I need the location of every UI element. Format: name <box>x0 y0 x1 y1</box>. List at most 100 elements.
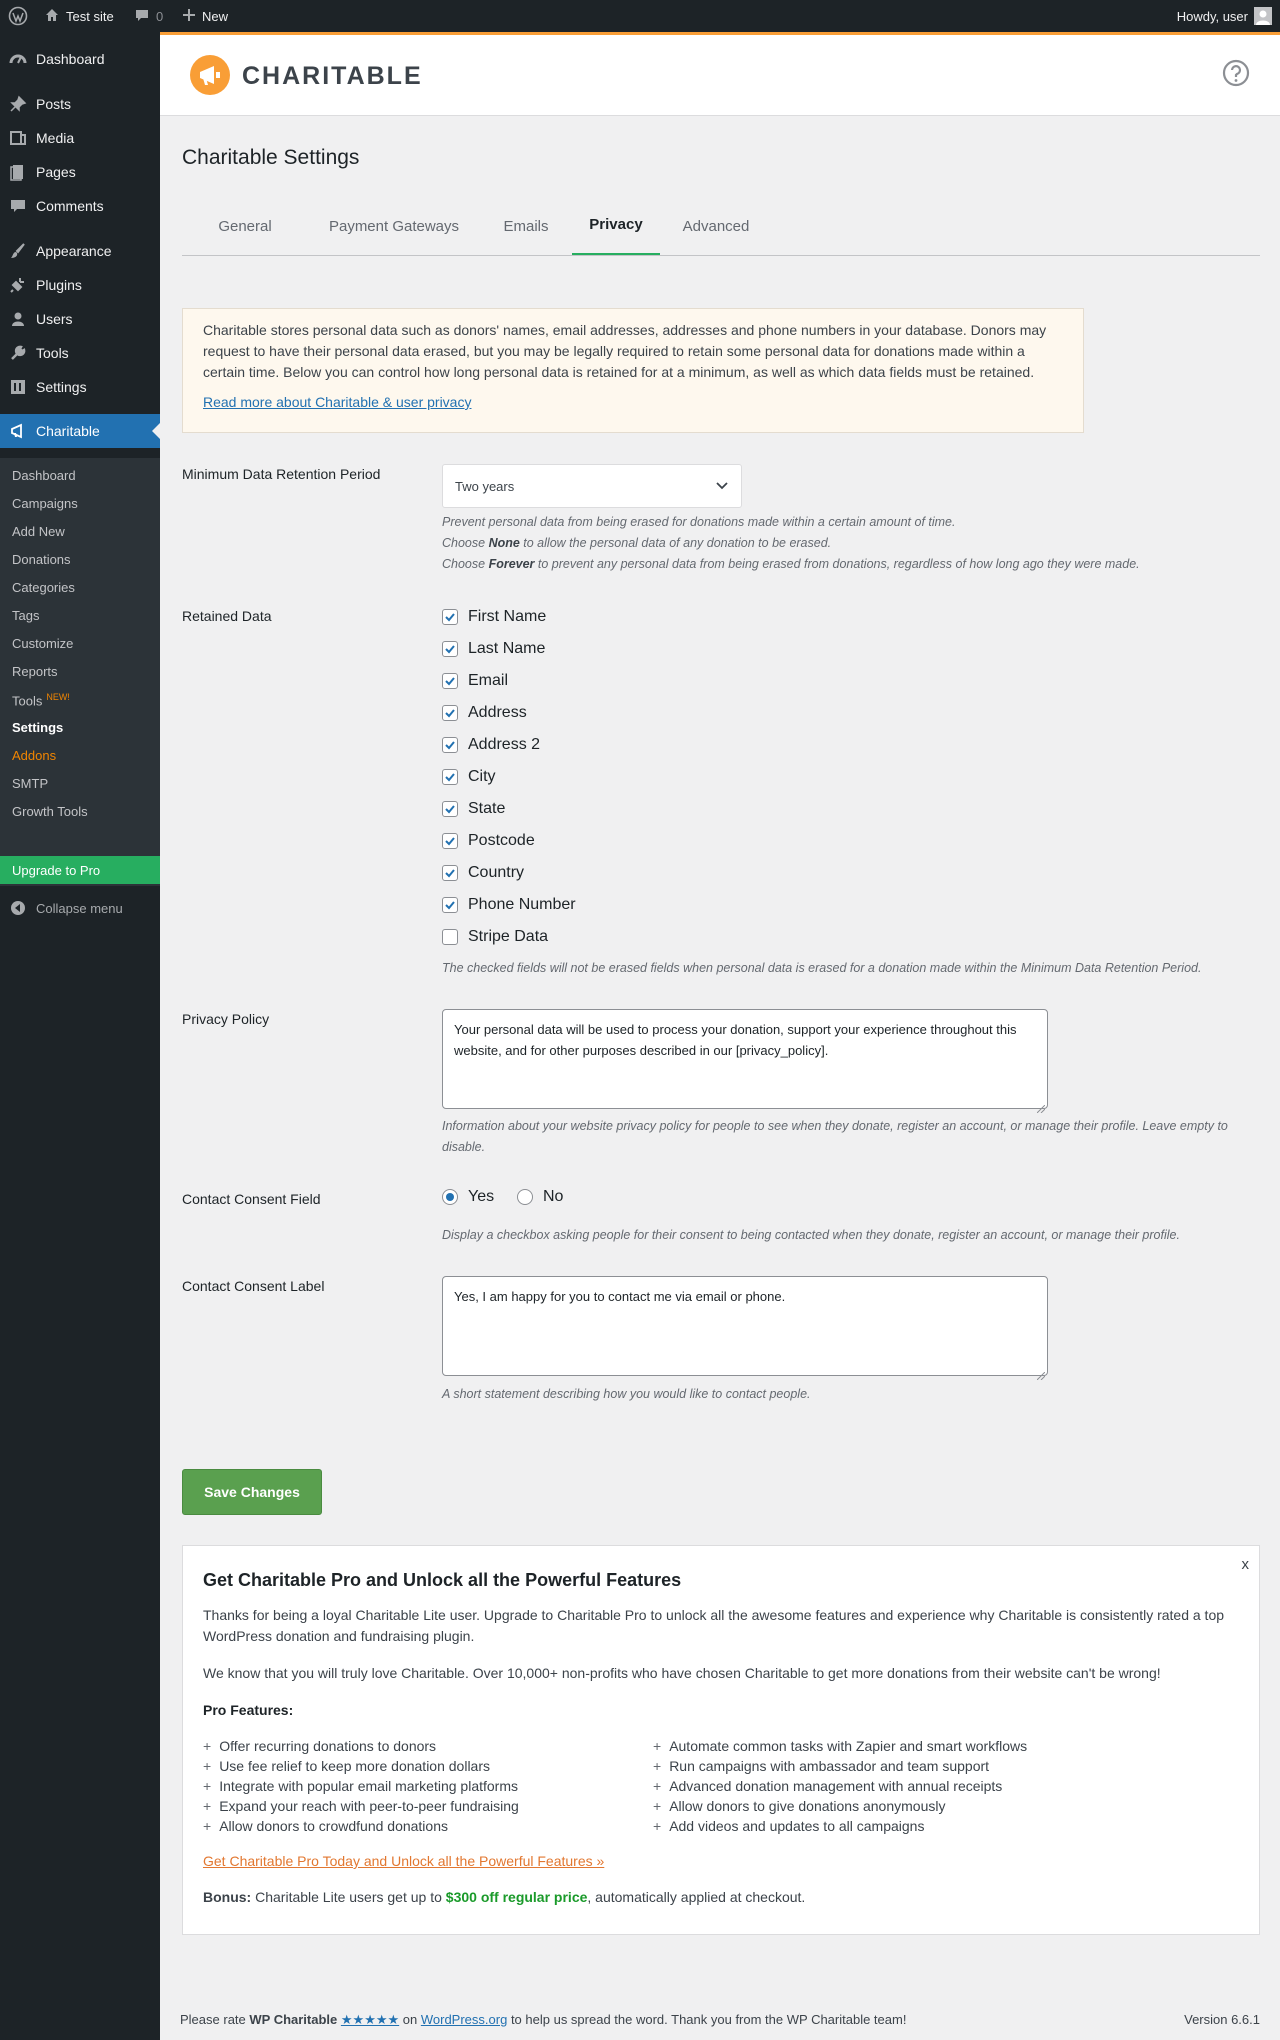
retained-field-checkbox[interactable]: Country <box>442 861 524 885</box>
consent-no-radio[interactable]: No <box>517 1188 563 1206</box>
radio-checked-icon <box>442 1189 458 1205</box>
new-badge: NEW! <box>46 692 70 702</box>
tab-general[interactable]: General <box>182 196 308 256</box>
retained-field-checkbox[interactable]: Last Name <box>442 637 545 661</box>
comments-link[interactable]: 0 <box>134 0 163 32</box>
my-account-link[interactable]: Howdy, user <box>1177 0 1272 32</box>
submenu-growth-tools[interactable]: Growth Tools <box>12 804 88 819</box>
retained-field-checkbox[interactable]: City <box>442 765 496 789</box>
tab-payment-gateways[interactable]: Payment Gateways <box>308 196 480 256</box>
settings-tabs: General Payment Gateways Emails Privacy … <box>182 196 1260 256</box>
plug-icon <box>0 276 36 294</box>
pin-icon <box>0 95 36 113</box>
contact-consent-label-label: Contact Consent Label <box>182 1278 325 1294</box>
retained-field-checkbox[interactable]: State <box>442 797 505 821</box>
sidebar-item-appearance[interactable]: Appearance <box>0 234 160 268</box>
submenu-settings[interactable]: Settings <box>12 720 63 735</box>
promo-title: Get Charitable Pro and Unlock all the Po… <box>203 1570 682 1590</box>
retained-field-checkbox[interactable]: Phone Number <box>442 893 576 917</box>
charitable-logo-icon <box>190 55 230 98</box>
user-icon <box>0 310 36 328</box>
retained-field-checkbox[interactable]: Postcode <box>442 829 535 853</box>
submenu-customize[interactable]: Customize <box>12 636 73 651</box>
sidebar-item-tools[interactable]: Tools <box>0 336 160 370</box>
contact-consent-label-description: A short statement describing how you wou… <box>442 1387 811 1401</box>
pro-feature-item: + Allow donors to crowdfund donations <box>203 1818 448 1834</box>
submenu-add-new[interactable]: Add New <box>12 524 65 539</box>
contact-consent-label-textarea[interactable]: Yes, I am happy for you to contact me vi… <box>442 1276 1048 1381</box>
submenu-tags[interactable]: Tags <box>12 608 39 623</box>
pro-upgrade-promo: x Get Charitable Pro and Unlock all the … <box>182 1545 1260 1935</box>
pro-feature-item: + Allow donors to give donations anonymou… <box>653 1798 945 1814</box>
promo-paragraph-2: We know that you will truly love Charita… <box>203 1665 1161 1681</box>
submenu-tools[interactable]: Tools NEW! <box>12 692 70 708</box>
retained-field-checkbox[interactable]: First Name <box>442 605 546 629</box>
retained-field-checkbox[interactable]: Address 2 <box>442 733 540 757</box>
admin-bar: Test site 0 New Howdy, user <box>0 0 1280 32</box>
sidebar-item-dashboard[interactable]: Dashboard <box>0 42 160 76</box>
submenu-reports[interactable]: Reports <box>12 664 58 679</box>
retained-field-checkbox[interactable]: Email <box>442 669 508 693</box>
tab-emails[interactable]: Emails <box>480 196 572 256</box>
pro-feature-text: Automate common tasks with Zapier and sm… <box>669 1738 1028 1754</box>
upgrade-to-pro-link[interactable]: Upgrade to Pro <box>0 856 160 884</box>
wordpress-logo-icon[interactable] <box>8 0 28 32</box>
sidebar-item-comments[interactable]: Comments <box>0 189 160 223</box>
sidebar-item-label: Posts <box>36 96 72 112</box>
submenu-campaigns[interactable]: Campaigns <box>12 496 78 511</box>
privacy-notice: Charitable stores personal data such as … <box>182 308 1084 433</box>
retained-field-checkbox[interactable]: Address <box>442 701 527 725</box>
retained-field-label: Email <box>468 672 509 689</box>
sidebar-item-pages[interactable]: Pages <box>0 155 160 189</box>
promo-close-button[interactable]: x <box>1242 1556 1250 1573</box>
sidebar-item-posts[interactable]: Posts <box>0 87 160 121</box>
pro-feature-item: + Expand your reach with peer-to-peer fun… <box>203 1798 519 1814</box>
page-title: Charitable Settings <box>182 146 360 169</box>
help-icon[interactable] <box>1222 59 1250 87</box>
pro-feature-item: + Advanced donation management with annua… <box>653 1778 1002 1794</box>
privacy-policy-textarea[interactable]: Your personal data will be used to proce… <box>442 1009 1048 1114</box>
submenu-categories[interactable]: Categories <box>12 580 75 595</box>
pro-feature-text: Advanced donation management with annual… <box>669 1778 1003 1794</box>
sidebar-item-media[interactable]: Media <box>0 121 160 155</box>
checkbox-checked-icon <box>442 865 458 881</box>
checkbox-checked-icon <box>442 897 458 913</box>
wordpress-org-link[interactable]: WordPress.org <box>421 2012 507 2027</box>
charitable-header: CHARITABLE <box>160 32 1280 116</box>
sidebar-item-users[interactable]: Users <box>0 302 160 336</box>
resize-grip-icon[interactable] <box>1036 1098 1046 1114</box>
submenu-dashboard[interactable]: Dashboard <box>12 468 76 483</box>
retained-field-checkbox[interactable]: Stripe Data <box>442 925 548 949</box>
dashboard-icon <box>0 50 36 68</box>
pro-feature-text: Add videos and updates to all campaigns <box>669 1818 925 1834</box>
footer-version: Version 6.6.1 <box>1184 2012 1260 2027</box>
retention-period-select[interactable]: Two years <box>442 464 742 508</box>
submenu-smtp[interactable]: SMTP <box>12 776 48 791</box>
retention-desc-line-3: Choose Forever to prevent any personal d… <box>442 557 1140 571</box>
tab-privacy[interactable]: Privacy <box>572 196 660 255</box>
save-changes-button[interactable]: Save Changes <box>182 1469 322 1515</box>
sidebar-item-charitable[interactable]: Charitable <box>0 414 160 448</box>
retained-field-label: Country <box>468 864 525 881</box>
sidebar-item-label: Charitable <box>36 423 100 439</box>
sidebar-item-settings[interactable]: Settings <box>0 370 160 404</box>
submenu-donations[interactable]: Donations <box>12 552 71 567</box>
get-pro-link[interactable]: Get Charitable Pro Today and Unlock all … <box>203 1853 604 1869</box>
privacy-read-more-link[interactable]: Read more about Charitable & user privac… <box>203 392 1063 413</box>
collapse-menu-button[interactable]: Collapse menu <box>0 896 160 920</box>
new-content-link[interactable]: New <box>182 0 228 32</box>
sidebar-item-label: Plugins <box>36 277 82 293</box>
retention-period-value: Two years <box>455 478 515 494</box>
pro-feature-item: + Automate common tasks with Zapier and s… <box>653 1738 1027 1754</box>
tab-advanced[interactable]: Advanced <box>660 196 772 256</box>
rating-stars-link[interactable]: ★★★★★ <box>341 2012 399 2027</box>
pro-features-label: Pro Features: <box>203 1702 294 1718</box>
consent-yes-radio[interactable]: Yes <box>442 1188 494 1206</box>
sidebar-item-plugins[interactable]: Plugins <box>0 268 160 302</box>
sidebar-item-label: Tools <box>36 345 69 361</box>
plus-icon: + <box>203 1778 212 1794</box>
resize-grip-icon[interactable] <box>1036 1365 1046 1381</box>
site-name-link[interactable]: Test site <box>44 0 114 32</box>
submenu-addons[interactable]: Addons <box>12 748 56 763</box>
plus-icon: + <box>653 1738 662 1754</box>
